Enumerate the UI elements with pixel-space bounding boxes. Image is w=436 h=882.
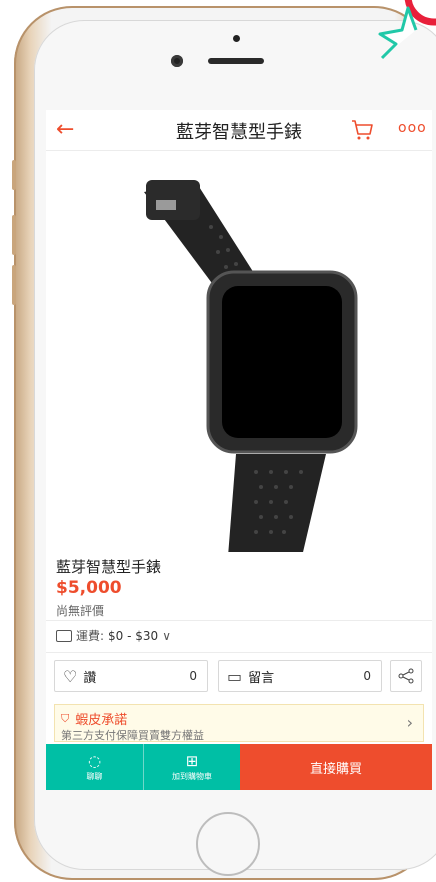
like-count: 0	[189, 669, 197, 683]
buy-now-button[interactable]: 直接購買	[240, 744, 432, 790]
comment-label: 留言	[248, 670, 275, 686]
chat-bubble-icon: ◌	[87, 751, 102, 770]
shield-icon: ⛉	[61, 711, 70, 725]
shipping-row[interactable]: 運費: $0 - $30 ∨	[56, 627, 171, 644]
like-label: 讚	[83, 670, 97, 686]
product-name: 藍芽智慧型手錶	[56, 558, 162, 576]
chat-button[interactable]: ◌ 聊聊	[46, 744, 143, 790]
phone-front-camera	[171, 55, 183, 67]
share-button[interactable]	[390, 660, 422, 692]
guarantee-subtitle: 第三方支付保障買賣雙方權益	[61, 729, 204, 742]
nav-bar: ← 藍芽智慧型手錶 ooo	[46, 110, 432, 151]
heart-icon: ♡	[63, 666, 78, 686]
add-to-cart-button[interactable]: ⊞ 加到購物車	[143, 744, 240, 790]
app-screen: ← 藍芽智慧型手錶 ooo 藍芽智慧型手錶 $5,000 尚無評價 運費: $0…	[46, 110, 432, 790]
shipping-value: $0 - $30	[108, 628, 159, 643]
divider	[46, 652, 432, 653]
phone-sensor	[233, 35, 240, 42]
like-button[interactable]: ♡ 讚 0	[54, 660, 208, 692]
chevron-down-icon: ∨	[162, 628, 171, 643]
guarantee-title: ⛉ 蝦皮承諾	[61, 711, 128, 729]
share-icon	[398, 668, 414, 684]
action-bar: ♡ 讚 0 ▭ 留言 0	[46, 660, 432, 700]
product-rating: 尚無評價	[56, 604, 105, 618]
shipping-label: 運費:	[76, 629, 105, 643]
chat-label: 聊聊	[86, 771, 103, 781]
phone-side-button	[12, 160, 16, 190]
divider	[46, 620, 432, 621]
chevron-right-icon: ›	[406, 713, 413, 732]
phone-volume-up	[12, 215, 16, 255]
comment-icon: ▭	[227, 666, 243, 686]
shopping-cart-icon[interactable]	[350, 118, 374, 142]
phone-speaker	[208, 58, 264, 64]
bottom-action-bar: ◌ 聊聊 ⊞ 加到購物車 直接購買	[46, 744, 432, 790]
comment-button[interactable]: ▭ 留言 0	[218, 660, 382, 692]
truck-icon	[56, 629, 72, 642]
phone-volume-down	[12, 265, 16, 305]
page-title: 藍芽智慧型手錶	[176, 122, 302, 143]
add-to-cart-label: 加到購物車	[172, 771, 212, 781]
cart-plus-icon: ⊞	[185, 751, 199, 770]
guarantee-banner[interactable]: ⛉ 蝦皮承諾 第三方支付保障買賣雙方權益 ›	[54, 704, 424, 742]
comment-count: 0	[363, 669, 371, 683]
product-image[interactable]	[116, 172, 366, 552]
product-price: $5,000	[56, 578, 122, 598]
phone-home-button	[196, 812, 260, 876]
badge-star-icon	[378, 0, 436, 60]
more-dots-icon[interactable]: ooo	[398, 120, 427, 136]
